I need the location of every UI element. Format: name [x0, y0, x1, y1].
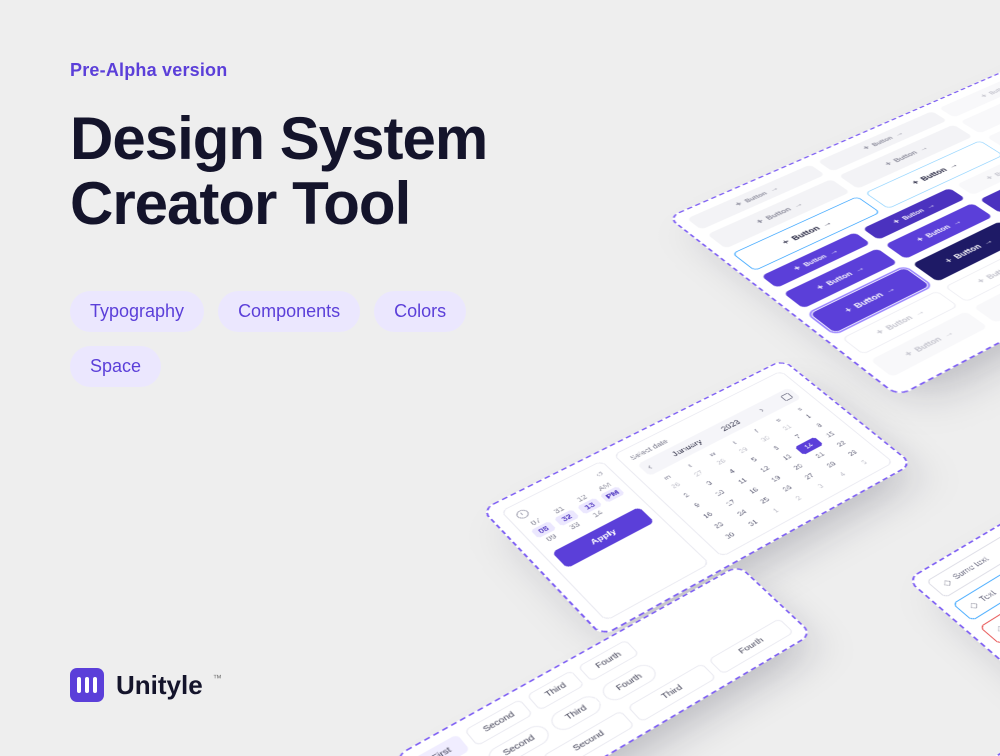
pagination-panel: ‹ Prev12345…6 ‹ Prev12345…6 — [874, 663, 1000, 756]
user-icon: ◇ — [966, 600, 981, 612]
calendar-year: 2023 — [719, 418, 742, 432]
calendar-month: January — [670, 438, 704, 458]
input-fields-panel: ◇Some text ◇Text ◇Some text Field label … — [906, 455, 1000, 731]
title-line-2: Creator Tool — [70, 170, 410, 237]
unityle-logo-icon — [70, 668, 104, 702]
tag-space[interactable]: Space — [70, 346, 161, 387]
calendar-icon — [780, 393, 793, 402]
tag-components[interactable]: Components — [218, 291, 360, 332]
prev-month-icon[interactable]: ‹ — [644, 462, 655, 471]
next-month-icon[interactable]: › — [756, 406, 767, 414]
brand: Unityle ™ — [70, 668, 222, 702]
clock-icon — [514, 508, 531, 520]
calendar-grid: mtwtfss262728293031123456789101112131415… — [654, 402, 878, 546]
tag-typography[interactable]: Typography — [70, 291, 204, 332]
pagination-row: ‹ Prev12345…6 — [895, 678, 1000, 756]
buttons-showcase-panel: +Button→ +Button→ +Button→ +Button→ +But… — [667, 53, 1000, 397]
text-input[interactable]: ◇Some text — [926, 468, 1000, 598]
segment-first[interactable]: First — [413, 734, 471, 756]
brand-name: Unityle — [116, 670, 203, 701]
user-icon: ◇ — [939, 577, 954, 588]
user-icon: ◇ — [993, 623, 1000, 635]
trademark: ™ — [213, 673, 222, 683]
pagination-row: ‹ Prev12345…6 — [920, 698, 1000, 756]
history-icon: ↺ — [594, 470, 607, 480]
